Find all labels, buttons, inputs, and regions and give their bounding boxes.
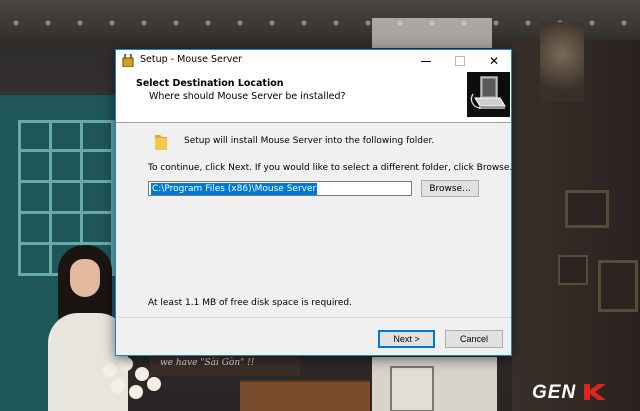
background-lantern xyxy=(540,22,584,102)
window-title: Setup - Mouse Server xyxy=(140,54,243,65)
disk-space-message: At least 1.1 MB of free disk space is re… xyxy=(148,298,352,308)
continue-message: To continue, click Next. If you would li… xyxy=(148,163,513,173)
maximize-icon[interactable] xyxy=(443,50,477,72)
svg-text:GEN: GEN xyxy=(532,382,576,403)
folder-icon xyxy=(155,135,167,150)
background-picture-frame xyxy=(558,255,588,285)
wizard-body: Setup will install Mouse Server into the… xyxy=(116,123,513,315)
cancel-button[interactable]: Cancel xyxy=(445,330,503,348)
background-upper-door xyxy=(372,18,492,48)
background-wood-sign xyxy=(240,380,390,411)
background-bottom-door-panel xyxy=(390,366,434,411)
browse-button[interactable]: Browse... xyxy=(421,180,479,197)
setup-dialog: Setup - Mouse Server ✕ Select Destinatio… xyxy=(115,49,512,356)
close-icon[interactable]: ✕ xyxy=(477,50,511,72)
page-subtitle: Where should Mouse Server be installed? xyxy=(149,91,346,102)
footer-divider xyxy=(116,317,511,318)
install-message: Setup will install Mouse Server into the… xyxy=(184,136,435,146)
next-button[interactable]: Next > xyxy=(378,330,435,348)
genk-watermark-logo: GEN xyxy=(532,381,632,403)
page-title: Select Destination Location xyxy=(136,78,284,89)
setup-app-icon xyxy=(122,54,134,67)
wizard-header: Select Destination Location Where should… xyxy=(116,72,511,123)
title-bar[interactable]: Setup - Mouse Server ✕ xyxy=(116,50,511,72)
background-picture-frame xyxy=(565,190,609,228)
minimize-icon[interactable] xyxy=(409,50,443,72)
background-picture-frame xyxy=(598,260,638,312)
background-flowers xyxy=(95,355,165,411)
setup-computer-icon xyxy=(467,72,510,117)
destination-path-input[interactable]: C:\Program Files (x86)\Mouse Server xyxy=(148,181,412,196)
destination-path-text: C:\Program Files (x86)\Mouse Server xyxy=(151,183,318,195)
background-chalk-text: we have "Sài Gòn" !! xyxy=(160,358,255,368)
